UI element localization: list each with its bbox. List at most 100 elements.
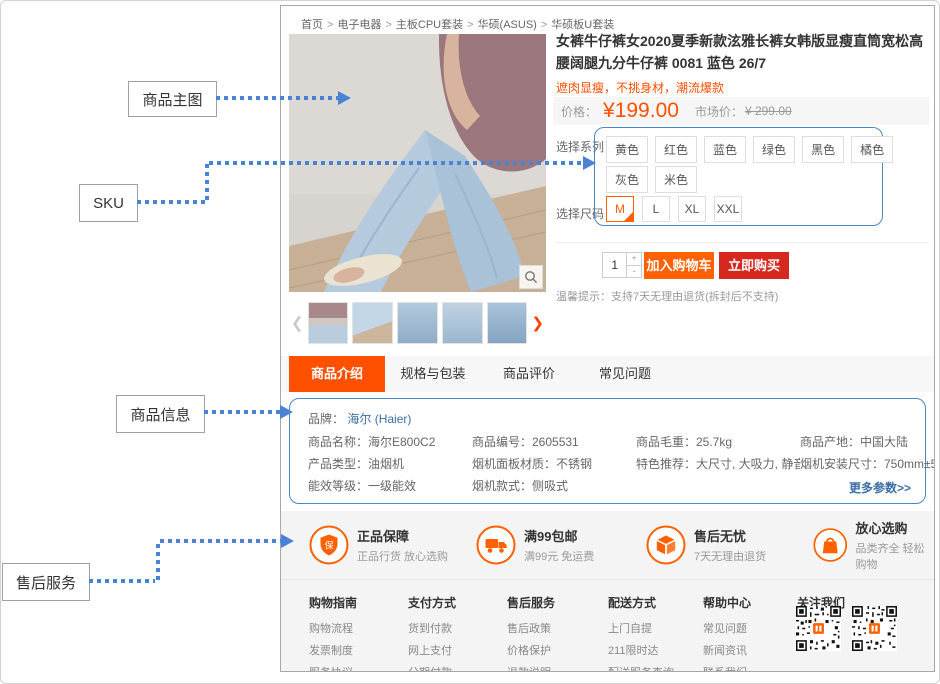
- annotation-line: [209, 161, 583, 165]
- breadcrumb-category[interactable]: 电子电器: [337, 19, 381, 31]
- add-to-cart-button[interactable]: 加入购物车: [644, 252, 714, 279]
- annotation-arrowhead-icon: [280, 405, 293, 419]
- annotation-line: [137, 200, 205, 204]
- thumbs-prev-icon[interactable]: ❮: [291, 314, 304, 332]
- spec-item: 商品产地：中国大陆: [800, 433, 935, 455]
- brand-link[interactable]: 海尔 (Haier): [347, 412, 411, 426]
- footer-link[interactable]: 配送服务查询: [608, 664, 685, 672]
- spec-item: 烟机面板材质：不锈钢: [472, 455, 636, 477]
- annotation-sku: SKU: [79, 184, 138, 222]
- zoom-button[interactable]: [519, 265, 543, 289]
- breadcrumb-separator: >: [385, 19, 391, 31]
- size-option[interactable]: XL: [678, 196, 706, 222]
- breadcrumb-subcategory[interactable]: 主板CPU套装: [396, 19, 463, 31]
- color-options-row1: 黄色 红色 蓝色 绿色 黑色 橘色: [606, 136, 893, 163]
- footer-link[interactable]: 发票制度: [309, 642, 357, 658]
- detail-tabs: 商品介绍 规格与包装 商品评价 常见问题: [281, 356, 934, 392]
- divider: [281, 579, 934, 580]
- footer-link[interactable]: 新闻资讯: [703, 642, 751, 658]
- buy-now-button[interactable]: 立即购买: [719, 252, 789, 279]
- product-page: 首页>电子电器>主板CPU套装>华硕(ASUS)>华硕板U套装 ❮: [280, 5, 935, 672]
- color-option[interactable]: 米色: [655, 166, 697, 193]
- truck-icon: [476, 525, 516, 565]
- color-option[interactable]: 橘色: [851, 136, 893, 163]
- annotation-main-image: 商品主图: [128, 81, 217, 117]
- annotation-line: [89, 579, 155, 583]
- quantity-minus-icon[interactable]: -: [627, 266, 641, 278]
- footer-column-title: 帮助中心: [703, 594, 751, 611]
- color-option[interactable]: 蓝色: [704, 136, 746, 163]
- brand-label: 品牌：: [308, 412, 344, 426]
- footer-column-title: 配送方式: [608, 594, 685, 611]
- breadcrumb-separator: >: [467, 19, 473, 31]
- color-options-row2: 灰色 米色: [606, 166, 697, 193]
- quantity-input[interactable]: 1: [603, 253, 626, 277]
- tab-product-intro[interactable]: 商品介绍: [289, 356, 385, 392]
- tab-faq[interactable]: 常见问题: [577, 356, 673, 392]
- annotation-line: [205, 164, 209, 202]
- thumbnail[interactable]: [397, 302, 438, 344]
- spec-item: 商品编号：2605531: [472, 433, 636, 455]
- service-title: 售后无忧: [694, 526, 766, 545]
- more-params-link[interactable]: 更多参数>>: [849, 479, 911, 496]
- footer-column-shopping-guide: 购物指南 购物流程 发票制度 服务协议 会员优惠: [309, 594, 357, 672]
- annotation-line: [204, 410, 280, 414]
- color-option[interactable]: 绿色: [753, 136, 795, 163]
- qr-codes: [796, 606, 897, 651]
- service-after-sales: 售后无忧 7天无理由退货: [646, 511, 766, 579]
- breadcrumb-separator: >: [541, 19, 547, 31]
- color-option[interactable]: 黄色: [606, 136, 648, 163]
- service-authentic: 保 正品保障 正品行货 放心选购: [309, 511, 448, 579]
- annotation-arrowhead-icon: [583, 156, 596, 170]
- size-option-selected[interactable]: M: [606, 196, 634, 222]
- quantity-stepper: 1 + -: [602, 252, 642, 278]
- footer-link[interactable]: 分期付款: [408, 664, 456, 672]
- tab-reviews[interactable]: 商品评价: [481, 356, 577, 392]
- divider: [556, 242, 929, 243]
- footer-column-title: 售后服务: [507, 594, 565, 611]
- footer-link[interactable]: 网上支付: [408, 642, 456, 658]
- annotation-line: [160, 539, 281, 543]
- service-free-shipping: 满99包邮 满99元 免运费: [476, 511, 594, 579]
- color-option[interactable]: 灰色: [606, 166, 648, 193]
- thumbnail[interactable]: [352, 302, 393, 344]
- footer-link[interactable]: 售后政策: [507, 620, 565, 636]
- size-options: M L XL XXL: [606, 196, 742, 222]
- service-title: 正品保障: [357, 526, 448, 545]
- thumbnail[interactable]: [487, 302, 528, 344]
- color-option[interactable]: 红色: [655, 136, 697, 163]
- service-subtitle: 7天无理由退货: [694, 548, 766, 564]
- thumbnail[interactable]: [442, 302, 483, 344]
- spec-item: 特色推荐：大尺寸, 大吸力, 静音...: [636, 455, 800, 477]
- thumbnail[interactable]: [308, 302, 349, 344]
- breadcrumb-home[interactable]: 首页: [301, 19, 323, 31]
- footer-link[interactable]: 价格保护: [507, 642, 565, 658]
- annotation-line: [216, 96, 338, 100]
- size-option[interactable]: XXL: [714, 196, 742, 222]
- breadcrumb-brand[interactable]: 华硕(ASUS): [478, 19, 537, 31]
- footer-link[interactable]: 退款说明: [507, 664, 565, 672]
- size-option[interactable]: L: [642, 196, 670, 222]
- footer-link[interactable]: 上门自提: [608, 620, 685, 636]
- quantity-plus-icon[interactable]: +: [627, 253, 641, 266]
- spec-item: 产品类型：油烟机: [308, 455, 472, 477]
- box-icon: [646, 525, 686, 565]
- annotation-product-info: 商品信息: [116, 395, 205, 433]
- selling-point: 遮肉显瘦，不挑身材，潮流爆款: [556, 79, 724, 96]
- price-strip: 价格： ¥199.00 市场价： ¥ 299.00: [553, 97, 929, 125]
- tab-spec-packaging[interactable]: 规格与包装: [385, 356, 481, 392]
- color-option[interactable]: 黑色: [802, 136, 844, 163]
- footer-link[interactable]: 联系我们: [703, 664, 751, 672]
- footer-link[interactable]: 常见问题: [703, 620, 751, 636]
- footer-link[interactable]: 货到付款: [408, 620, 456, 636]
- thumbs-next-icon[interactable]: ❯: [531, 314, 544, 332]
- footer-link[interactable]: 购物流程: [309, 620, 357, 636]
- magnifier-icon: [524, 270, 538, 284]
- footer-link[interactable]: 211限时达: [608, 642, 685, 658]
- product-info-panel: 品牌： 海尔 (Haier) 商品名称：海尔E800C2 商品编号：260553…: [289, 398, 926, 504]
- footer-column-title: 购物指南: [309, 594, 357, 611]
- footer-link[interactable]: 服务协议: [309, 664, 357, 672]
- footer-column-title: 支付方式: [408, 594, 456, 611]
- breadcrumb-separator: >: [327, 19, 333, 31]
- service-subtitle: 正品行货 放心选购: [357, 548, 448, 564]
